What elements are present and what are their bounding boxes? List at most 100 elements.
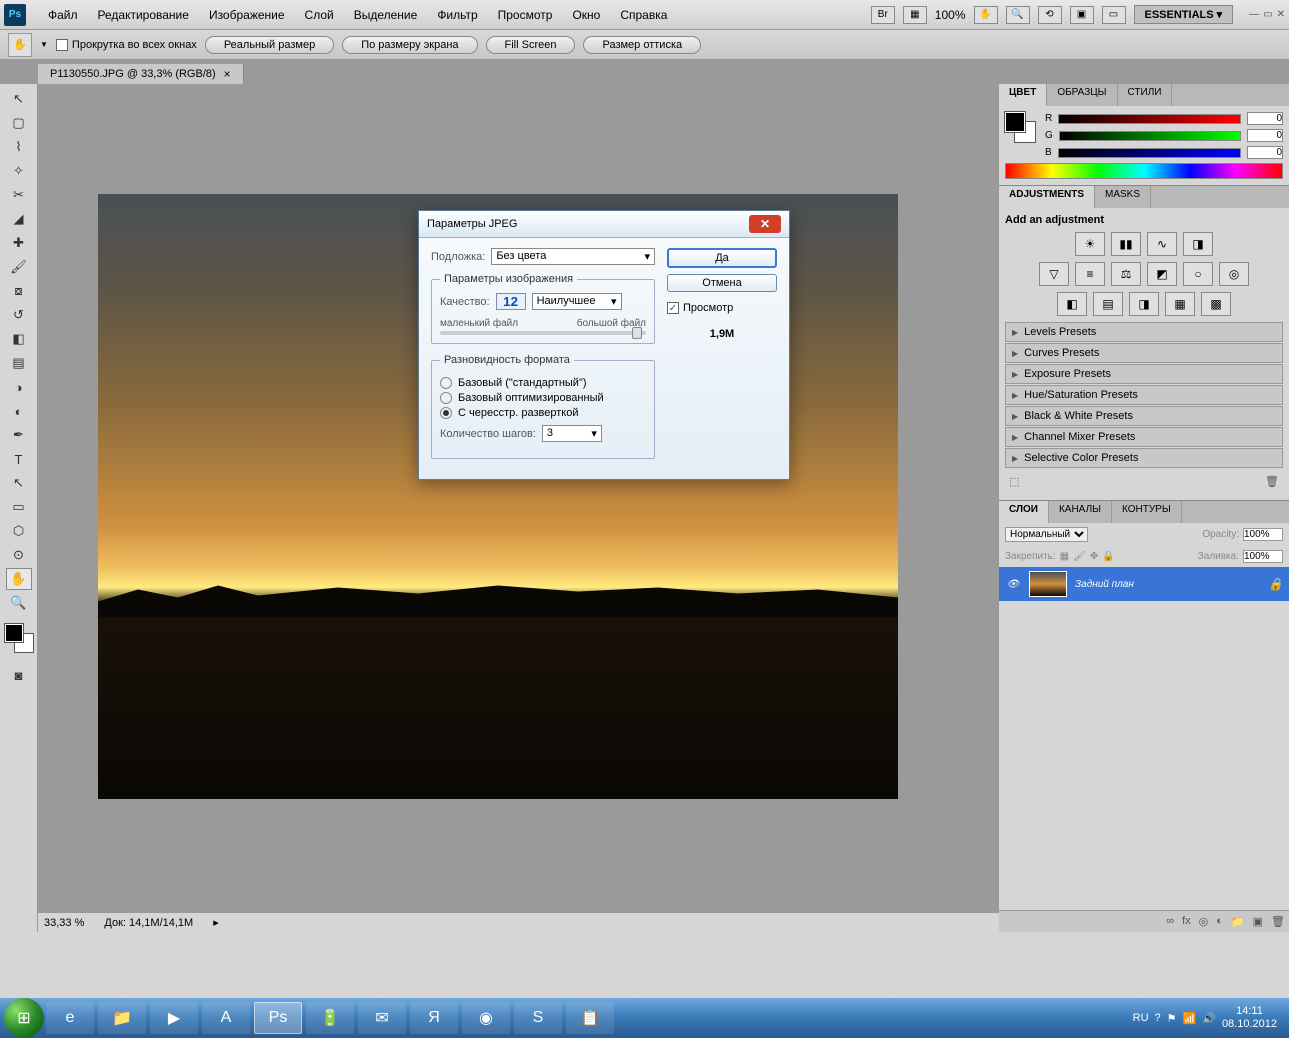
format-baseline-radio[interactable]: Базовый ("стандартный") xyxy=(440,377,646,389)
g-input[interactable] xyxy=(1247,129,1283,142)
brightness-icon[interactable]: ☀ xyxy=(1075,232,1105,256)
preset-hue[interactable]: ▶Hue/Saturation Presets xyxy=(1005,385,1283,405)
lasso-tool[interactable]: ⌇ xyxy=(6,136,32,158)
screen-mode-icon[interactable]: ▭ xyxy=(1102,6,1126,24)
spectrum-picker[interactable] xyxy=(1005,163,1283,179)
hand-tool[interactable]: ✋ xyxy=(6,568,32,590)
hand-icon[interactable]: ✋ xyxy=(974,6,998,24)
foreground-swatch[interactable] xyxy=(5,624,23,642)
group-icon[interactable]: 📁 xyxy=(1231,915,1245,928)
zoom-icon[interactable]: 🔍 xyxy=(1006,6,1030,24)
close-icon[interactable]: ✕ xyxy=(1277,9,1285,20)
actual-pixels-button[interactable]: Реальный размер xyxy=(205,36,334,54)
levels-icon[interactable]: ▮▮ xyxy=(1111,232,1141,256)
menu-file[interactable]: Файл xyxy=(38,8,88,22)
lock-pixels-icon[interactable]: 🖌 xyxy=(1073,551,1086,562)
quality-slider[interactable] xyxy=(440,331,646,335)
curves-icon[interactable]: ∿ xyxy=(1147,232,1177,256)
fx-icon[interactable]: fx xyxy=(1182,915,1191,928)
workspace-switcher[interactable]: ESSENTIALS ▾ xyxy=(1134,5,1234,24)
lock-position-icon[interactable]: ✥ xyxy=(1090,551,1098,562)
zoom-level[interactable]: 100% xyxy=(935,8,966,22)
preview-checkbox[interactable]: ✓ Просмотр xyxy=(667,302,777,314)
posterize-icon[interactable]: ▤ xyxy=(1093,292,1123,316)
maximize-icon[interactable]: ▭ xyxy=(1263,9,1272,20)
taskbar-chrome-icon[interactable]: ◉ xyxy=(462,1002,510,1034)
dialog-close-button[interactable]: ✕ xyxy=(749,215,781,233)
fill-screen-button[interactable]: Fill Screen xyxy=(486,36,576,54)
preset-selective[interactable]: ▶Selective Color Presets xyxy=(1005,448,1283,468)
menu-window[interactable]: Окно xyxy=(562,8,610,22)
rotate-icon[interactable]: ⟲ xyxy=(1038,6,1062,24)
channel-mixer-icon[interactable]: ◎ xyxy=(1219,262,1249,286)
tray-clock[interactable]: 14:11 08.10.2012 xyxy=(1222,1005,1277,1031)
healing-tool[interactable]: ✚ xyxy=(6,232,32,254)
tab-paths[interactable]: КОНТУРЫ xyxy=(1112,501,1182,523)
cancel-button[interactable]: Отмена xyxy=(667,274,777,292)
ok-button[interactable]: Да xyxy=(667,248,777,268)
tray-network-icon[interactable]: 📶 xyxy=(1183,1012,1197,1025)
b-slider[interactable] xyxy=(1058,148,1241,158)
trash-icon[interactable]: 🗑 xyxy=(1271,915,1285,928)
b-input[interactable] xyxy=(1247,146,1283,159)
g-slider[interactable] xyxy=(1059,131,1241,141)
tab-adjustments[interactable]: ADJUSTMENTS xyxy=(999,186,1095,208)
preset-channel-mixer[interactable]: ▶Channel Mixer Presets xyxy=(1005,427,1283,447)
3d-tool[interactable]: ⬡ xyxy=(6,520,32,542)
status-docinfo[interactable]: Док: 14,1M/14,1M xyxy=(104,917,193,929)
zoom-tool[interactable]: 🔍 xyxy=(6,592,32,614)
taskbar-explorer-icon[interactable]: 📁 xyxy=(98,1002,146,1034)
dialog-titlebar[interactable]: Параметры JPEG ✕ xyxy=(419,211,789,238)
3d-camera-tool[interactable]: ⊙ xyxy=(6,544,32,566)
quality-preset-select[interactable]: Наилучшее▾ xyxy=(532,293,622,310)
taskbar-mail-icon[interactable]: ✉ xyxy=(358,1002,406,1034)
photo-filter-icon[interactable]: ○ xyxy=(1183,262,1213,286)
lock-transparency-icon[interactable]: ▦ xyxy=(1060,551,1069,562)
eraser-tool[interactable]: ◧ xyxy=(6,328,32,350)
film-icon[interactable]: ▦ xyxy=(903,6,927,24)
blur-tool[interactable]: ◑ xyxy=(6,376,32,398)
type-tool[interactable]: T xyxy=(6,448,32,470)
status-arrow-icon[interactable]: ▸ xyxy=(213,916,219,929)
tray-volume-icon[interactable]: 🔊 xyxy=(1202,1012,1216,1025)
format-optimized-radio[interactable]: Базовый оптимизированный xyxy=(440,392,646,404)
preset-levels[interactable]: ▶Levels Presets xyxy=(1005,322,1283,342)
adj-footer-left-icon[interactable]: ⬚ xyxy=(1009,475,1019,488)
slider-thumb[interactable] xyxy=(632,327,642,339)
r-slider[interactable] xyxy=(1058,114,1241,124)
marquee-tool[interactable]: ▢ xyxy=(6,112,32,134)
color-balance-icon[interactable]: ⚖ xyxy=(1111,262,1141,286)
visibility-icon[interactable]: 👁 xyxy=(1005,576,1021,592)
menu-layer[interactable]: Слой xyxy=(295,8,344,22)
threshold-icon[interactable]: ◨ xyxy=(1129,292,1159,316)
r-input[interactable] xyxy=(1247,112,1283,125)
quick-select-tool[interactable]: ✧ xyxy=(6,160,32,182)
hue-sat-icon[interactable]: ≡ xyxy=(1075,262,1105,286)
language-indicator[interactable]: RU xyxy=(1133,1012,1149,1024)
bridge-icon[interactable]: Br xyxy=(871,6,895,24)
taskbar-yandex-icon[interactable]: Я xyxy=(410,1002,458,1034)
taskbar-notes-icon[interactable]: 📋 xyxy=(566,1002,614,1034)
tray-help-icon[interactable]: ? xyxy=(1155,1012,1161,1024)
taskbar-skype-icon[interactable]: S xyxy=(514,1002,562,1034)
tool-preset-icon[interactable]: ✋ xyxy=(8,33,32,57)
taskbar-app-icon[interactable]: 🔋 xyxy=(306,1002,354,1034)
menu-edit[interactable]: Редактирование xyxy=(88,8,199,22)
opacity-input[interactable] xyxy=(1243,528,1283,541)
adjustment-layer-icon[interactable]: ◐ xyxy=(1216,915,1223,928)
taskbar-ie-icon[interactable]: e xyxy=(46,1002,94,1034)
exposure-icon[interactable]: ◨ xyxy=(1183,232,1213,256)
link-icon[interactable]: ∞ xyxy=(1166,915,1174,928)
menu-help[interactable]: Справка xyxy=(610,8,677,22)
preset-exposure[interactable]: ▶Exposure Presets xyxy=(1005,364,1283,384)
start-button[interactable]: ⊞ xyxy=(4,998,44,1038)
move-tool[interactable]: ↖ xyxy=(6,88,32,110)
taskbar-autocad-icon[interactable]: A xyxy=(202,1002,250,1034)
mask-icon[interactable]: ◎ xyxy=(1199,915,1209,928)
bw-icon[interactable]: ◩ xyxy=(1147,262,1177,286)
history-brush-tool[interactable]: ↺ xyxy=(6,304,32,326)
fit-screen-button[interactable]: По размеру экрана xyxy=(342,36,477,54)
shape-tool[interactable]: ▭ xyxy=(6,496,32,518)
quickmask-tool[interactable]: ◙ xyxy=(6,664,32,686)
tab-styles[interactable]: СТИЛИ xyxy=(1118,84,1173,106)
